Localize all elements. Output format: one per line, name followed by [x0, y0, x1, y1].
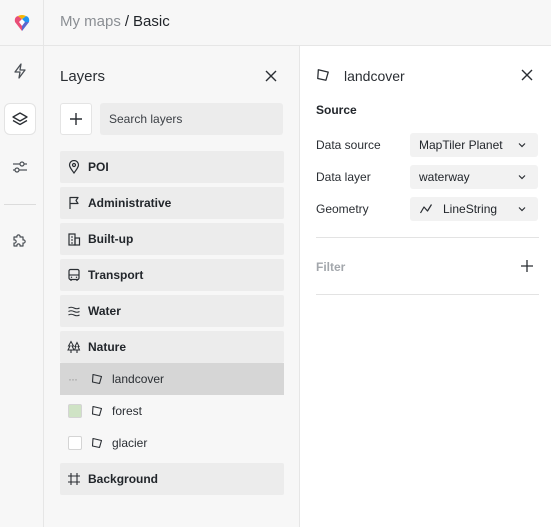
close-icon	[521, 69, 533, 81]
layer-forest[interactable]: forest	[60, 395, 284, 427]
waves-icon	[66, 303, 82, 319]
frame-icon	[66, 471, 82, 487]
polygon-layer-icon	[90, 404, 104, 418]
layer-label: forest	[112, 404, 143, 418]
filter-section-title: Filter	[316, 260, 346, 274]
group-administrative[interactable]: Administrative	[60, 187, 284, 219]
breadcrumb-current: Basic	[133, 13, 170, 30]
plus-icon	[70, 113, 82, 125]
search-layers-input[interactable]	[100, 103, 283, 135]
puzzle-icon	[13, 234, 26, 247]
layer-properties-panel: landcover Source Data source MapTiler Pl…	[300, 46, 551, 527]
group-label: Water	[88, 304, 121, 318]
chevron-down-icon	[517, 203, 529, 215]
group-label: Nature	[88, 340, 127, 354]
logo-cell	[0, 0, 44, 46]
color-swatch	[68, 436, 82, 450]
group-label: Transport	[88, 268, 144, 282]
top-bar: My maps / Basic	[0, 0, 551, 46]
linestring-icon	[419, 202, 433, 216]
close-icon	[265, 70, 277, 82]
polygon-layer-icon	[90, 372, 104, 386]
section-divider	[316, 237, 539, 238]
left-rail	[0, 46, 44, 527]
breadcrumb-my-maps[interactable]: My maps	[60, 13, 121, 30]
group-label: POI	[88, 160, 109, 174]
breadcrumb: My maps / Basic	[60, 13, 170, 31]
source-section-title: Source	[316, 103, 357, 117]
group-poi[interactable]: POI	[60, 151, 284, 183]
rail-divider	[4, 204, 36, 205]
lightning-icon	[14, 63, 26, 79]
polygon-layer-icon	[90, 436, 104, 450]
geometry-value: LineString	[443, 202, 498, 216]
close-properties-button[interactable]	[515, 63, 539, 87]
group-built-up[interactable]: Built-up	[60, 223, 284, 255]
chevron-down-icon	[517, 171, 529, 183]
rail-puzzle-button[interactable]	[4, 224, 36, 256]
data-source-select[interactable]: MapTiler Planet	[410, 133, 538, 157]
flag-icon	[66, 195, 82, 211]
layer-landcover[interactable]: ··· landcover	[60, 363, 284, 395]
layers-icon	[12, 112, 28, 126]
geometry-select[interactable]: LineString	[410, 197, 538, 221]
trees-icon	[66, 339, 82, 355]
bus-icon	[66, 267, 82, 283]
color-swatch	[68, 404, 82, 418]
layer-properties-title: landcover	[344, 68, 405, 84]
drag-handle-icon[interactable]: ···	[68, 372, 82, 386]
group-water[interactable]: Water	[60, 295, 284, 327]
data-layer-value: waterway	[419, 170, 470, 184]
data-source-value: MapTiler Planet	[419, 138, 503, 152]
layers-panel: Layers POI Administrative Built-up Tra	[44, 46, 300, 527]
group-label: Administrative	[88, 196, 172, 210]
group-label: Background	[88, 472, 159, 486]
layers-panel-title: Layers	[60, 68, 106, 85]
section-divider	[316, 294, 539, 295]
rail-sliders-button[interactable]	[4, 151, 36, 183]
data-source-label: Data source	[316, 138, 381, 152]
add-layer-button[interactable]	[60, 103, 92, 135]
rail-layers-button[interactable]	[4, 103, 36, 135]
plus-icon	[521, 260, 533, 272]
group-nature[interactable]: Nature	[60, 331, 284, 363]
layer-label: glacier	[112, 436, 148, 450]
sliders-icon	[13, 161, 27, 173]
add-filter-button[interactable]	[515, 254, 539, 278]
group-transport[interactable]: Transport	[60, 259, 284, 291]
data-layer-select[interactable]: waterway	[410, 165, 538, 189]
rail-lightning-button[interactable]	[4, 55, 36, 87]
building-icon	[66, 231, 82, 247]
geometry-label: Geometry	[316, 202, 369, 216]
data-layer-label: Data layer	[316, 170, 371, 184]
layer-glacier[interactable]: glacier	[60, 427, 284, 459]
layer-label: landcover	[112, 372, 165, 386]
maptiler-logo-icon[interactable]	[12, 13, 32, 33]
polygon-layer-icon	[316, 68, 330, 82]
map-pin-icon	[66, 159, 82, 175]
group-label: Built-up	[88, 232, 134, 246]
chevron-down-icon	[517, 139, 529, 151]
group-background[interactable]: Background	[60, 463, 284, 495]
close-layers-button[interactable]	[259, 64, 283, 88]
breadcrumb-separator: /	[124, 13, 130, 30]
